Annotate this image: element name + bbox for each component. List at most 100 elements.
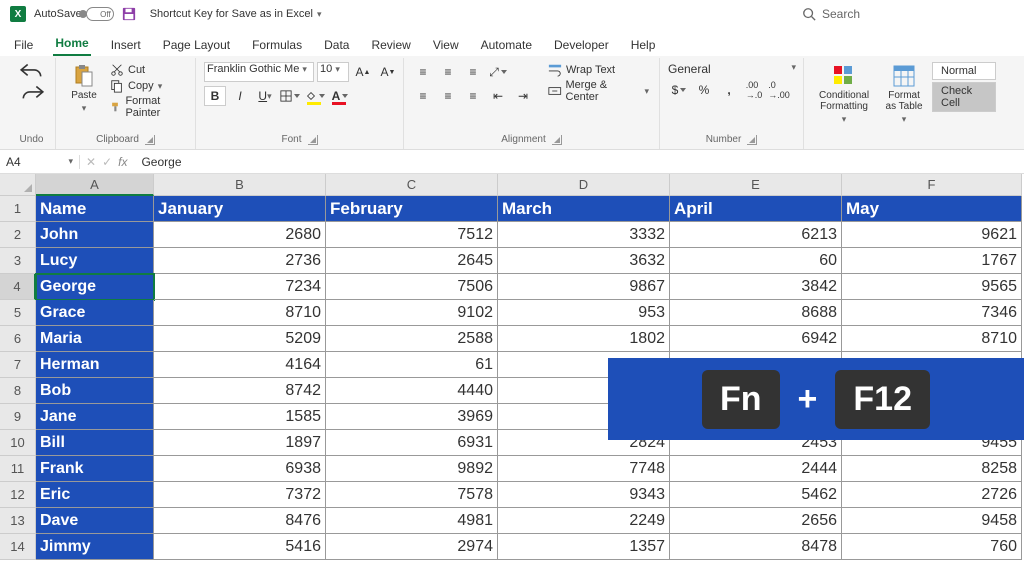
cell[interactable]: 7506 [326, 274, 498, 300]
number-format-combo[interactable]: General ▾ [668, 62, 796, 76]
increase-indent-icon[interactable]: ⇥ [512, 86, 534, 106]
cell[interactable]: Lucy [36, 248, 154, 274]
tab-view[interactable]: View [431, 34, 461, 56]
tab-page-layout[interactable]: Page Layout [161, 34, 232, 56]
cell[interactable]: 9892 [326, 456, 498, 482]
cell[interactable]: Bob [36, 378, 154, 404]
align-right-icon[interactable]: ≡ [462, 86, 484, 106]
decrease-indent-icon[interactable]: ⇤ [487, 86, 509, 106]
cell[interactable]: 7748 [498, 456, 670, 482]
cell[interactable]: May [842, 196, 1022, 222]
copy-button[interactable]: Copy ▾ [108, 78, 187, 94]
cell[interactable]: George [36, 274, 154, 300]
row-header[interactable]: 13 [0, 508, 36, 534]
cell[interactable]: 6942 [670, 326, 842, 352]
cell[interactable]: 6931 [326, 430, 498, 456]
cancel-icon[interactable]: ✕ [86, 155, 96, 169]
underline-button[interactable]: U ▾ [254, 86, 276, 106]
align-center-icon[interactable]: ≡ [437, 86, 459, 106]
row-header[interactable]: 9 [0, 404, 36, 430]
cell[interactable]: 2680 [154, 222, 326, 248]
document-title[interactable]: Shortcut Key for Save as in Excel ▾ [150, 8, 322, 20]
cell[interactable]: Maria [36, 326, 154, 352]
row-header[interactable]: 1 [0, 196, 36, 222]
row-header[interactable]: 10 [0, 430, 36, 456]
search-input[interactable]: Search [794, 5, 1014, 23]
cell[interactable]: 2974 [326, 534, 498, 560]
cut-button[interactable]: Cut [108, 62, 187, 78]
cell[interactable]: 7372 [154, 482, 326, 508]
tab-home[interactable]: Home [53, 32, 90, 56]
row-header[interactable]: 5 [0, 300, 36, 326]
cell[interactable]: 2645 [326, 248, 498, 274]
font-name-combo[interactable]: Franklin Gothic Me ▾ [204, 62, 314, 82]
undo-icon[interactable] [19, 62, 45, 80]
row-header[interactable]: 2 [0, 222, 36, 248]
cell[interactable]: 7234 [154, 274, 326, 300]
cell[interactable]: 2249 [498, 508, 670, 534]
dialog-launcher-icon[interactable] [747, 135, 757, 145]
cell[interactable]: 2444 [670, 456, 842, 482]
cell-styles-gallery[interactable]: Normal Check Cell [932, 62, 996, 112]
column-header[interactable]: E [670, 174, 842, 196]
tab-review[interactable]: Review [369, 34, 412, 56]
column-header[interactable]: B [154, 174, 326, 196]
decrease-decimal-icon[interactable]: .0→.00 [768, 80, 790, 100]
cell[interactable]: 61 [326, 352, 498, 378]
cell[interactable]: Jane [36, 404, 154, 430]
font-color-button[interactable]: A [329, 86, 351, 106]
autosave-toggle[interactable]: AutoSave Off [34, 7, 114, 21]
cell[interactable]: 8476 [154, 508, 326, 534]
row-header[interactable]: 6 [0, 326, 36, 352]
cell[interactable]: 9102 [326, 300, 498, 326]
cell[interactable]: 5209 [154, 326, 326, 352]
cell[interactable]: 1802 [498, 326, 670, 352]
cell[interactable]: 1585 [154, 404, 326, 430]
cell[interactable]: February [326, 196, 498, 222]
cell[interactable]: 4440 [326, 378, 498, 404]
tab-insert[interactable]: Insert [109, 34, 143, 56]
cell[interactable]: 2726 [842, 482, 1022, 508]
formula-value[interactable]: George [141, 155, 181, 169]
currency-button[interactable]: $ [668, 80, 690, 100]
cell[interactable]: 3332 [498, 222, 670, 248]
cell[interactable]: 2588 [326, 326, 498, 352]
align-left-icon[interactable]: ≡ [412, 86, 434, 106]
tab-data[interactable]: Data [322, 34, 351, 56]
decrease-font-icon[interactable]: A▼ [377, 62, 399, 82]
tab-developer[interactable]: Developer [552, 34, 611, 56]
cell[interactable]: 3842 [670, 274, 842, 300]
cell[interactable]: 4981 [326, 508, 498, 534]
column-header[interactable]: C [326, 174, 498, 196]
cell[interactable]: Dave [36, 508, 154, 534]
format-as-table-button[interactable]: Format as Table▾ [880, 62, 928, 127]
cell[interactable]: 9565 [842, 274, 1022, 300]
row-header[interactable]: 8 [0, 378, 36, 404]
cell[interactable]: 5462 [670, 482, 842, 508]
cell[interactable]: John [36, 222, 154, 248]
fx-icon[interactable]: fx [118, 155, 127, 169]
comma-button[interactable]: , [718, 80, 740, 100]
column-header[interactable]: A [36, 174, 154, 196]
align-bottom-icon[interactable]: ≡ [462, 62, 484, 82]
cell[interactable]: 953 [498, 300, 670, 326]
increase-font-icon[interactable]: A▲ [352, 62, 374, 82]
dialog-launcher-icon[interactable] [308, 135, 318, 145]
cell[interactable]: 8742 [154, 378, 326, 404]
enter-icon[interactable]: ✓ [102, 155, 112, 169]
cell[interactable]: 8258 [842, 456, 1022, 482]
cell[interactable]: Bill [36, 430, 154, 456]
cell[interactable]: 8710 [842, 326, 1022, 352]
cell[interactable]: 760 [842, 534, 1022, 560]
increase-decimal-icon[interactable]: .00→.0 [743, 80, 765, 100]
tab-formulas[interactable]: Formulas [250, 34, 304, 56]
cell[interactable]: 7578 [326, 482, 498, 508]
row-header[interactable]: 4 [0, 274, 36, 300]
cell[interactable]: 4164 [154, 352, 326, 378]
cell[interactable]: 6938 [154, 456, 326, 482]
font-size-combo[interactable]: 10 ▾ [317, 62, 349, 82]
column-header[interactable]: F [842, 174, 1022, 196]
cell[interactable]: 1767 [842, 248, 1022, 274]
dialog-launcher-icon[interactable] [145, 135, 155, 145]
bold-button[interactable]: B [204, 86, 226, 106]
